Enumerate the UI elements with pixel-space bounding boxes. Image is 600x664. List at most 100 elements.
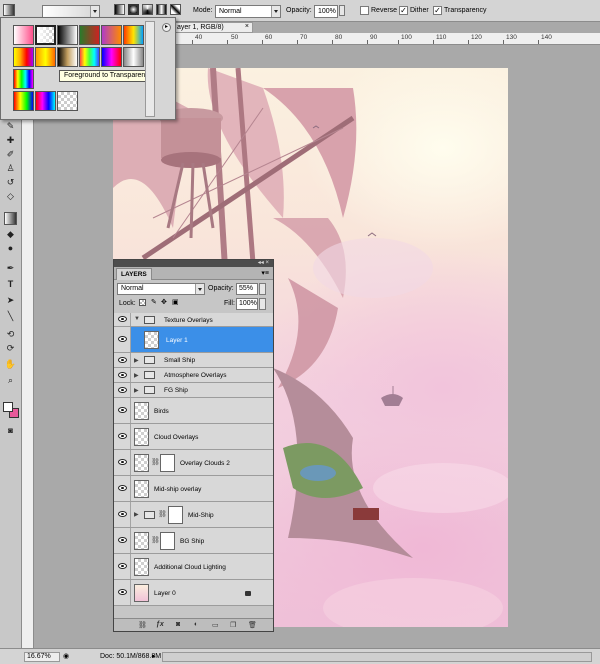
gradient-swatch[interactable] [13,91,34,111]
gradient-swatch[interactable] [57,91,78,111]
gradient-picker-scrollbar[interactable] [145,21,155,117]
gradient-swatch[interactable] [101,25,122,45]
layer-row-selected[interactable]: Layer 1 [114,327,273,353]
layer-row[interactable]: ▶ Small Ship [114,353,273,368]
eye-icon[interactable] [118,372,127,378]
line-icon[interactable]: ╲ [4,310,17,323]
trash-icon[interactable]: 🗑 [248,621,257,629]
layer-row[interactable]: ▶ FG Ship [114,383,273,398]
layer-row[interactable]: ⛓ BG Ship [114,528,273,554]
zoom-field[interactable]: 16.67% [24,652,60,662]
layer-row[interactable]: Mid-ship overlay [114,476,273,502]
link-layers-icon[interactable]: ⛓ [138,621,147,629]
zoom-icon[interactable]: ⌕ [4,374,17,387]
mode-select[interactable]: Normal [215,5,281,18]
eye-icon[interactable] [118,589,127,595]
eye-icon[interactable] [118,357,127,363]
vertical-ruler[interactable] [22,33,34,648]
radial-gradient-icon[interactable] [128,4,139,15]
link-chain-icon[interactable]: ⛓ [151,536,160,544]
3d-rotate-icon[interactable]: ⟲ [4,328,17,341]
eye-icon[interactable] [118,511,127,517]
new-layer-icon[interactable]: ❐ [230,621,236,629]
layer-row[interactable]: ▶ Atmosphere Overlays [114,368,273,383]
chevron-down-icon[interactable] [271,6,280,17]
brush-icon[interactable]: ✎ [4,120,17,133]
lock-all-icon[interactable]: ▣ [172,298,179,306]
gradient-swatch[interactable] [57,25,78,45]
collapse-panel-icon[interactable]: ◂◂ × [258,259,269,266]
eye-icon[interactable] [118,387,127,393]
status-menu-arrow-icon[interactable]: ▸ [152,652,156,660]
transparency-checkbox[interactable]: ✓ [433,6,442,15]
eye-icon[interactable] [118,336,127,342]
path-selection-icon[interactable]: ➤ [4,294,17,307]
gradient-swatch[interactable] [79,25,100,45]
eye-icon[interactable] [118,407,127,413]
expand-triangle-icon[interactable]: ▶ [134,387,139,394]
opacity-slider-arrow[interactable] [259,283,266,295]
gradient-swatch[interactable] [101,47,122,67]
expand-triangle-icon[interactable]: ▶ [134,511,139,518]
expand-triangle-icon[interactable]: ▼ [134,316,140,322]
status-options-icon[interactable]: ◉ [63,652,69,660]
pen-icon[interactable]: ✒ [4,262,17,275]
panel-menu-icon[interactable]: ▾≡ [261,269,269,277]
type-icon[interactable]: T [4,278,17,291]
eraser-icon[interactable]: ◇ [4,190,17,203]
chevron-down-icon[interactable] [195,284,204,294]
eye-icon[interactable] [118,316,127,322]
layer-row[interactable]: ▼ Texture Overlays [114,313,273,327]
pencil-icon[interactable]: ✐ [4,148,17,161]
fill-slider-arrow[interactable] [259,298,266,310]
adjustment-layer-icon[interactable]: ◐ [194,621,198,628]
eye-icon[interactable] [118,459,127,465]
reverse-checkbox[interactable] [360,6,369,15]
lock-position-icon[interactable]: ✥ [161,298,167,306]
quick-mask-icon[interactable]: ◙ [4,424,17,437]
add-mask-icon[interactable]: ◙ [176,621,180,628]
expand-triangle-icon[interactable]: ▶ [134,372,139,379]
tab-layers[interactable]: LAYERS [116,268,152,280]
dither-checkbox[interactable]: ✓ [399,6,408,15]
linear-gradient-icon[interactable] [114,4,125,15]
hand-icon[interactable]: ✋ [4,358,17,371]
expand-triangle-icon[interactable]: ▶ [134,357,139,364]
fx-icon[interactable]: ƒx [156,621,164,628]
foreground-color-swatch[interactable] [3,402,13,412]
gradient-swatch[interactable] [123,25,144,45]
link-chain-icon[interactable]: ⛓ [158,510,167,518]
eye-icon[interactable] [118,485,127,491]
layer-row[interactable]: ▶ ⛓ Mid-Ship [114,502,273,528]
gradient-tool-preset-icon[interactable] [3,4,15,16]
reflected-gradient-icon[interactable] [156,4,167,15]
eye-icon[interactable] [118,537,127,543]
gradient-swatch[interactable] [79,47,100,67]
document-tab[interactable]: ayer 1, RGB/8) × [173,22,253,33]
chevron-down-icon[interactable] [90,6,99,17]
lock-pixels-icon[interactable]: ✎ [151,298,157,306]
gradient-swatch[interactable] [35,47,56,67]
gradient-swatch[interactable] [13,25,34,45]
eye-icon[interactable] [118,563,127,569]
layer-row[interactable]: Layer 0 [114,580,273,606]
blend-mode-select[interactable]: Normal [117,283,205,295]
horizontal-ruler[interactable]: 30 40 50 60 70 80 90 100 110 120 130 140 [157,33,600,45]
layer-row[interactable]: Cloud Overlays [114,424,273,450]
layer-row[interactable]: ⛓ Overlay Clouds 2 [114,450,273,476]
gradient-swatch[interactable] [13,47,34,67]
blur-icon[interactable]: ◆ [4,228,17,241]
gradient-swatch[interactable] [57,47,78,67]
gradient-swatch[interactable] [13,69,34,89]
close-icon[interactable]: × [245,23,249,30]
layer-mask-thumbnail[interactable] [168,506,183,524]
healing-brush-icon[interactable]: ✚ [4,134,17,147]
lock-transparency-icon[interactable] [139,299,146,306]
3d-orbit-icon[interactable]: ⟳ [4,342,17,355]
gradient-swatch[interactable] [35,91,56,111]
eye-icon[interactable] [118,433,127,439]
link-chain-icon[interactable]: ⛓ [151,458,160,466]
layer-opacity-input[interactable]: 55% [236,283,258,295]
dodge-icon[interactable]: ● [4,242,17,255]
gradient-swatch[interactable] [123,47,144,67]
